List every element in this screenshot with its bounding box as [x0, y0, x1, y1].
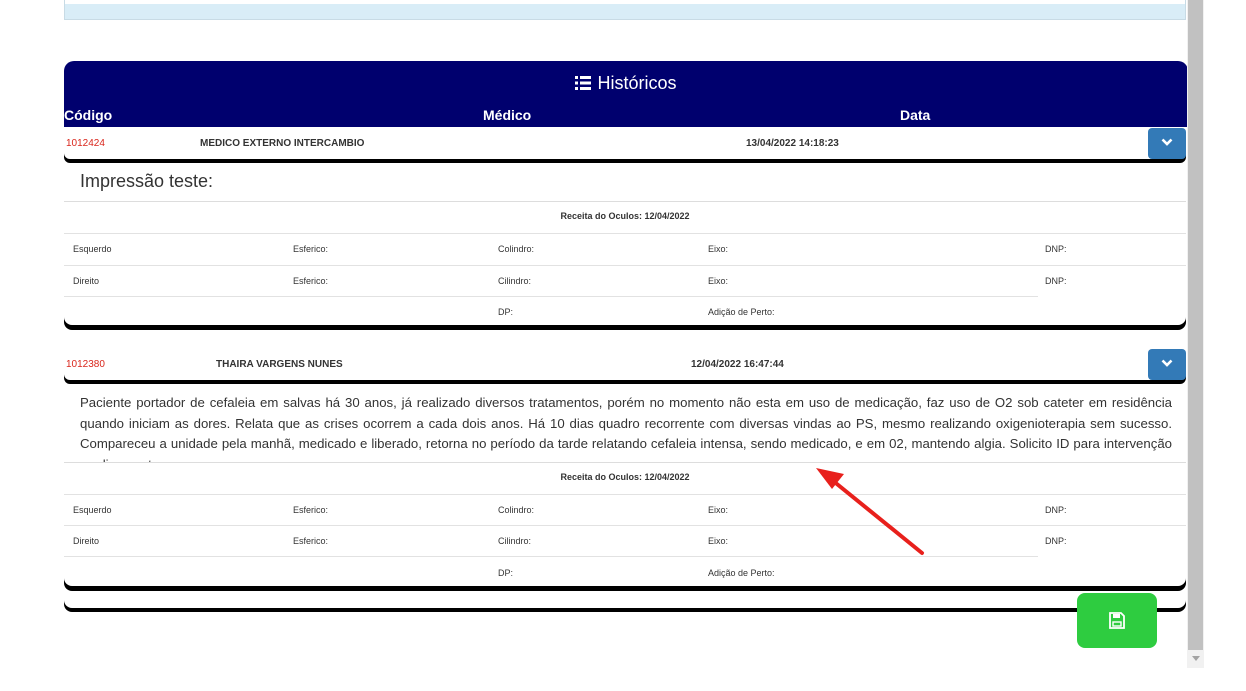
vertical-scrollbar[interactable]	[1187, 0, 1204, 668]
save-button[interactable]	[1077, 593, 1157, 648]
scroll-down-arrow-icon[interactable]	[1192, 656, 1200, 661]
red-arrow-annotation	[816, 468, 924, 555]
scrollbar-thumb[interactable]	[1188, 0, 1203, 650]
floppy-disk-icon	[1109, 612, 1125, 629]
